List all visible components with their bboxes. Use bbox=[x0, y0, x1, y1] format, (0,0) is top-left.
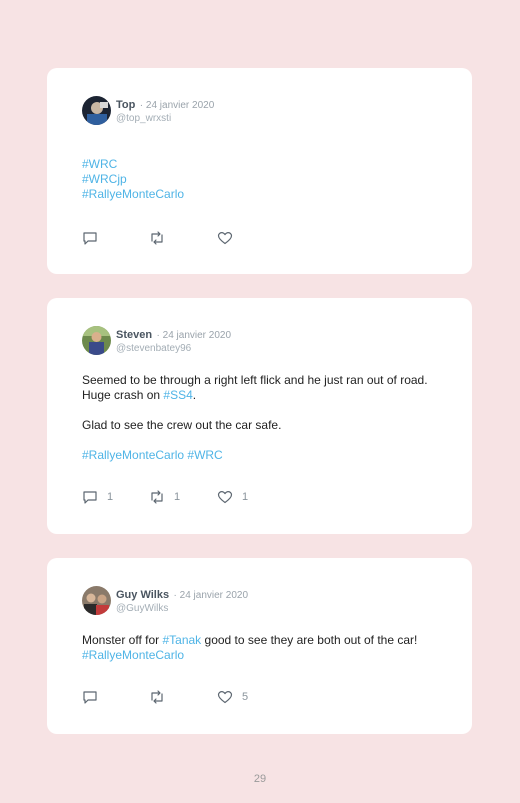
reply-button[interactable] bbox=[82, 689, 107, 705]
author-name[interactable]: Guy Wilks bbox=[116, 589, 169, 601]
like-count: 1 bbox=[242, 491, 249, 503]
like-button[interactable]: 1 bbox=[217, 489, 248, 505]
avatar[interactable] bbox=[82, 96, 111, 125]
author-name[interactable]: Top bbox=[116, 99, 135, 111]
comment-icon bbox=[83, 691, 97, 704]
hashtag-link[interactable]: #RallyeMonteCarlo bbox=[82, 448, 184, 462]
comment-icon bbox=[83, 232, 97, 245]
hashtag-link[interactable]: #RallyeMonteCarlo bbox=[82, 648, 184, 662]
hashtag-link[interactable]: #Tanak bbox=[162, 633, 201, 647]
retweet-button[interactable] bbox=[149, 689, 174, 705]
tweet-date: · 24 janvier 2020 bbox=[173, 590, 249, 601]
reply-button[interactable]: 1 bbox=[82, 489, 113, 505]
author-handle[interactable]: @GuyWilks bbox=[116, 602, 248, 615]
retweet-icon bbox=[151, 490, 163, 504]
page-number: 29 bbox=[253, 773, 267, 785]
hashtag-link[interactable]: #RallyeMonteCarlo bbox=[82, 187, 184, 201]
avatar[interactable] bbox=[82, 586, 111, 615]
tweet-card: Top · 24 janvier 2020 @top_wrxsti #WRC #… bbox=[47, 68, 472, 274]
author-handle[interactable]: @stevenbatey96 bbox=[116, 342, 231, 355]
tweet-text: Glad to see the crew out the car safe. bbox=[82, 418, 282, 432]
retweet-count: 1 bbox=[174, 491, 181, 503]
hashtag-link[interactable]: #WRC bbox=[187, 448, 222, 462]
tweet-date: · 24 janvier 2020 bbox=[156, 330, 232, 341]
tweet-text: Seemed to be through a right left flick … bbox=[82, 373, 428, 402]
reply-button[interactable] bbox=[82, 230, 107, 246]
comment-icon bbox=[83, 491, 97, 504]
tweet-text: Monster off for #Tanak good to see they … bbox=[82, 633, 418, 662]
hashtag-link[interactable]: #WRC bbox=[82, 157, 117, 171]
hashtag-link[interactable]: #SS4 bbox=[163, 388, 192, 402]
hashtag-link[interactable]: #WRCjp bbox=[82, 172, 127, 186]
heart-icon bbox=[217, 691, 233, 704]
tweet-card: Steven · 24 janvier 2020 @stevenbatey96 … bbox=[47, 298, 472, 534]
like-button[interactable] bbox=[217, 230, 242, 246]
tweet-card: Guy Wilks · 24 janvier 2020 @GuyWilks Mo… bbox=[47, 558, 472, 734]
like-count: 5 bbox=[242, 691, 249, 703]
like-button[interactable]: 5 bbox=[217, 689, 248, 705]
author-handle[interactable]: @top_wrxsti bbox=[116, 112, 214, 125]
retweet-icon bbox=[151, 690, 163, 704]
heart-icon bbox=[217, 491, 233, 504]
reply-count: 1 bbox=[107, 491, 114, 503]
avatar[interactable] bbox=[82, 326, 111, 355]
retweet-button[interactable]: 1 bbox=[149, 489, 180, 505]
heart-icon bbox=[217, 232, 233, 245]
tweet-date: · 24 janvier 2020 bbox=[139, 100, 215, 111]
retweet-button[interactable] bbox=[149, 230, 174, 246]
retweet-icon bbox=[151, 231, 163, 245]
author-name[interactable]: Steven bbox=[116, 329, 152, 341]
